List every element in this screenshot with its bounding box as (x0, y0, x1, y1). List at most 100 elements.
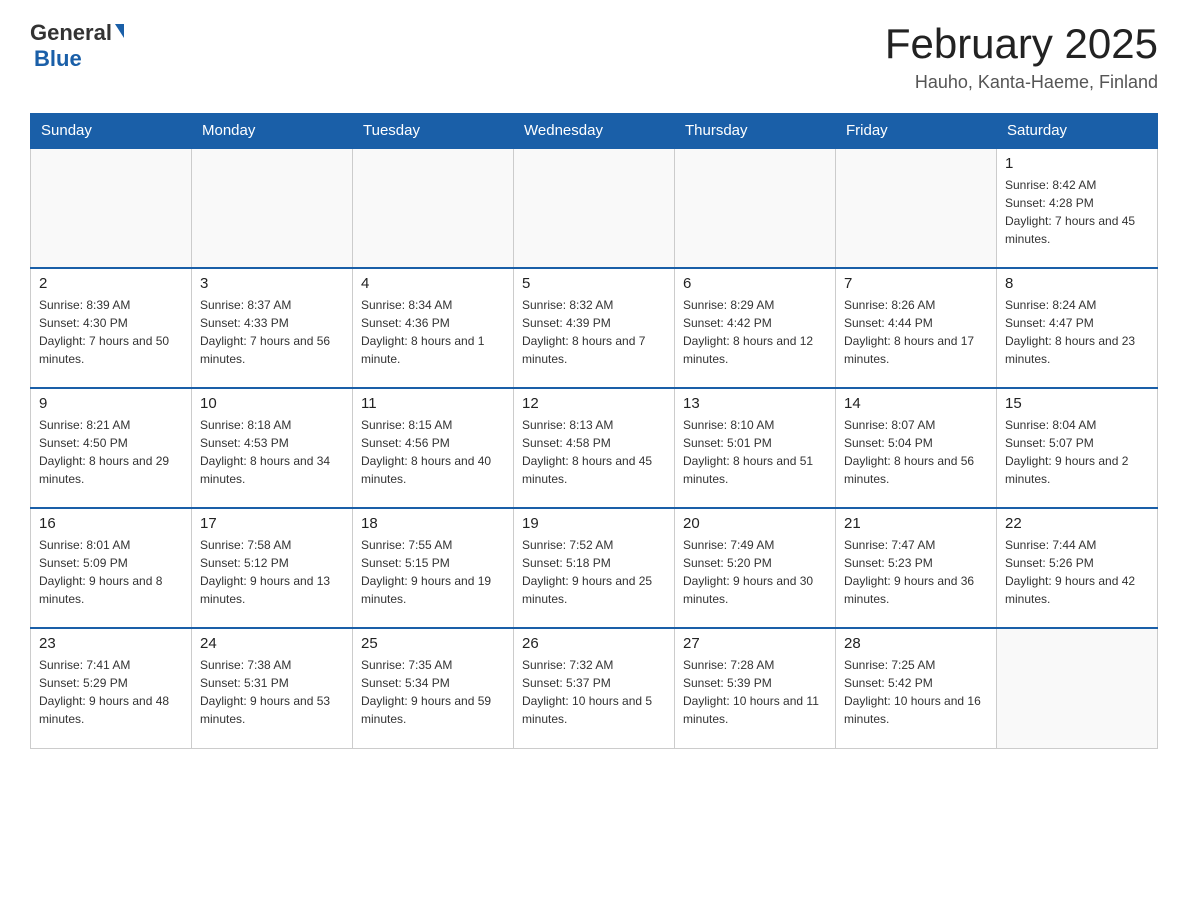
day-number: 16 (39, 515, 183, 532)
day-number: 4 (361, 275, 505, 292)
calendar-cell: 5 Sunrise: 8:32 AMSunset: 4:39 PMDaylight… (514, 268, 675, 388)
calendar-week-row: 1 Sunrise: 8:42 AMSunset: 4:28 PMDaylight… (31, 148, 1158, 268)
header-monday: Monday (192, 114, 353, 149)
day-info: Sunrise: 7:41 AMSunset: 5:29 PMDaylight:… (39, 656, 183, 728)
calendar-cell (192, 148, 353, 268)
day-info: Sunrise: 7:35 AMSunset: 5:34 PMDaylight:… (361, 656, 505, 728)
calendar-cell (675, 148, 836, 268)
calendar-cell: 26 Sunrise: 7:32 AMSunset: 5:37 PMDayligh… (514, 628, 675, 748)
calendar-cell: 28 Sunrise: 7:25 AMSunset: 5:42 PMDayligh… (836, 628, 997, 748)
day-number: 28 (844, 635, 988, 652)
day-info: Sunrise: 8:34 AMSunset: 4:36 PMDaylight:… (361, 296, 505, 368)
day-info: Sunrise: 8:29 AMSunset: 4:42 PMDaylight:… (683, 296, 827, 368)
month-title: February 2025 (885, 20, 1158, 68)
calendar-cell: 8 Sunrise: 8:24 AMSunset: 4:47 PMDaylight… (997, 268, 1158, 388)
day-number: 9 (39, 395, 183, 412)
day-number: 11 (361, 395, 505, 412)
calendar-cell: 12 Sunrise: 8:13 AMSunset: 4:58 PMDayligh… (514, 388, 675, 508)
day-number: 3 (200, 275, 344, 292)
day-info: Sunrise: 8:10 AMSunset: 5:01 PMDaylight:… (683, 416, 827, 488)
day-number: 12 (522, 395, 666, 412)
calendar-cell: 18 Sunrise: 7:55 AMSunset: 5:15 PMDayligh… (353, 508, 514, 628)
day-info: Sunrise: 7:25 AMSunset: 5:42 PMDaylight:… (844, 656, 988, 728)
header-friday: Friday (836, 114, 997, 149)
day-number: 17 (200, 515, 344, 532)
day-info: Sunrise: 8:24 AMSunset: 4:47 PMDaylight:… (1005, 296, 1149, 368)
calendar-cell: 13Sunrise: 8:10 AMSunset: 5:01 PMDayligh… (675, 388, 836, 508)
calendar-cell: 23 Sunrise: 7:41 AMSunset: 5:29 PMDayligh… (31, 628, 192, 748)
day-info: Sunrise: 8:15 AMSunset: 4:56 PMDaylight:… (361, 416, 505, 488)
day-info: Sunrise: 8:18 AMSunset: 4:53 PMDaylight:… (200, 416, 344, 488)
day-info: Sunrise: 8:07 AMSunset: 5:04 PMDaylight:… (844, 416, 988, 488)
day-info: Sunrise: 8:32 AMSunset: 4:39 PMDaylight:… (522, 296, 666, 368)
calendar-cell: 6 Sunrise: 8:29 AMSunset: 4:42 PMDaylight… (675, 268, 836, 388)
day-info: Sunrise: 8:01 AMSunset: 5:09 PMDaylight:… (39, 536, 183, 608)
calendar-cell: 7 Sunrise: 8:26 AMSunset: 4:44 PMDaylight… (836, 268, 997, 388)
logo-general-text: General (30, 20, 112, 46)
day-info: Sunrise: 8:04 AMSunset: 5:07 PMDaylight:… (1005, 416, 1149, 488)
day-info: Sunrise: 7:44 AMSunset: 5:26 PMDaylight:… (1005, 536, 1149, 608)
calendar-cell (353, 148, 514, 268)
day-info: Sunrise: 7:32 AMSunset: 5:37 PMDaylight:… (522, 656, 666, 728)
header-saturday: Saturday (997, 114, 1158, 149)
day-info: Sunrise: 8:21 AMSunset: 4:50 PMDaylight:… (39, 416, 183, 488)
day-info: Sunrise: 8:37 AMSunset: 4:33 PMDaylight:… (200, 296, 344, 368)
calendar-cell: 16 Sunrise: 8:01 AMSunset: 5:09 PMDayligh… (31, 508, 192, 628)
calendar-cell: 1 Sunrise: 8:42 AMSunset: 4:28 PMDaylight… (997, 148, 1158, 268)
day-info: Sunrise: 8:42 AMSunset: 4:28 PMDaylight:… (1005, 176, 1149, 248)
day-number: 15 (1005, 395, 1149, 412)
day-number: 21 (844, 515, 988, 532)
logo-triangle (115, 24, 124, 38)
day-info: Sunrise: 7:49 AMSunset: 5:20 PMDaylight:… (683, 536, 827, 608)
day-number: 7 (844, 275, 988, 292)
calendar-cell: 27 Sunrise: 7:28 AMSunset: 5:39 PMDayligh… (675, 628, 836, 748)
calendar-week-row: 9 Sunrise: 8:21 AMSunset: 4:50 PMDaylight… (31, 388, 1158, 508)
day-number: 1 (1005, 155, 1149, 172)
day-info: Sunrise: 7:55 AMSunset: 5:15 PMDaylight:… (361, 536, 505, 608)
page-header: General Blue February 2025 Hauho, Kanta-… (30, 20, 1158, 93)
day-number: 2 (39, 275, 183, 292)
header-tuesday: Tuesday (353, 114, 514, 149)
logo: General Blue (30, 20, 124, 72)
day-number: 18 (361, 515, 505, 532)
header-thursday: Thursday (675, 114, 836, 149)
calendar-cell: 4 Sunrise: 8:34 AMSunset: 4:36 PMDaylight… (353, 268, 514, 388)
calendar-cell (31, 148, 192, 268)
day-info: Sunrise: 7:38 AMSunset: 5:31 PMDaylight:… (200, 656, 344, 728)
day-number: 5 (522, 275, 666, 292)
calendar-cell: 3 Sunrise: 8:37 AMSunset: 4:33 PMDaylight… (192, 268, 353, 388)
calendar-cell: 21 Sunrise: 7:47 AMSunset: 5:23 PMDayligh… (836, 508, 997, 628)
day-number: 27 (683, 635, 827, 652)
calendar-cell: 24 Sunrise: 7:38 AMSunset: 5:31 PMDayligh… (192, 628, 353, 748)
day-number: 24 (200, 635, 344, 652)
calendar-cell (836, 148, 997, 268)
day-number: 25 (361, 635, 505, 652)
title-section: February 2025 Hauho, Kanta-Haeme, Finlan… (885, 20, 1158, 93)
header-sunday: Sunday (31, 114, 192, 149)
location: Hauho, Kanta-Haeme, Finland (885, 72, 1158, 93)
day-number: 26 (522, 635, 666, 652)
day-info: Sunrise: 8:13 AMSunset: 4:58 PMDaylight:… (522, 416, 666, 488)
calendar-cell: 15 Sunrise: 8:04 AMSunset: 5:07 PMDayligh… (997, 388, 1158, 508)
day-number: 14 (844, 395, 988, 412)
day-info: Sunrise: 7:28 AMSunset: 5:39 PMDaylight:… (683, 656, 827, 728)
day-info: Sunrise: 7:47 AMSunset: 5:23 PMDaylight:… (844, 536, 988, 608)
calendar-week-row: 16 Sunrise: 8:01 AMSunset: 5:09 PMDayligh… (31, 508, 1158, 628)
calendar-cell: 22 Sunrise: 7:44 AMSunset: 5:26 PMDayligh… (997, 508, 1158, 628)
day-number: 19 (522, 515, 666, 532)
calendar-cell: 9 Sunrise: 8:21 AMSunset: 4:50 PMDaylight… (31, 388, 192, 508)
calendar-cell: 17Sunrise: 7:58 AMSunset: 5:12 PMDayligh… (192, 508, 353, 628)
calendar-cell: 25 Sunrise: 7:35 AMSunset: 5:34 PMDayligh… (353, 628, 514, 748)
day-number: 22 (1005, 515, 1149, 532)
calendar-cell (997, 628, 1158, 748)
day-number: 8 (1005, 275, 1149, 292)
header-wednesday: Wednesday (514, 114, 675, 149)
calendar-cell (514, 148, 675, 268)
calendar-cell: 20Sunrise: 7:49 AMSunset: 5:20 PMDayligh… (675, 508, 836, 628)
day-info: Sunrise: 8:26 AMSunset: 4:44 PMDaylight:… (844, 296, 988, 368)
day-number: 23 (39, 635, 183, 652)
calendar-cell: 2Sunrise: 8:39 AMSunset: 4:30 PMDaylight… (31, 268, 192, 388)
day-number: 6 (683, 275, 827, 292)
calendar-week-row: 23 Sunrise: 7:41 AMSunset: 5:29 PMDayligh… (31, 628, 1158, 748)
day-number: 10 (200, 395, 344, 412)
